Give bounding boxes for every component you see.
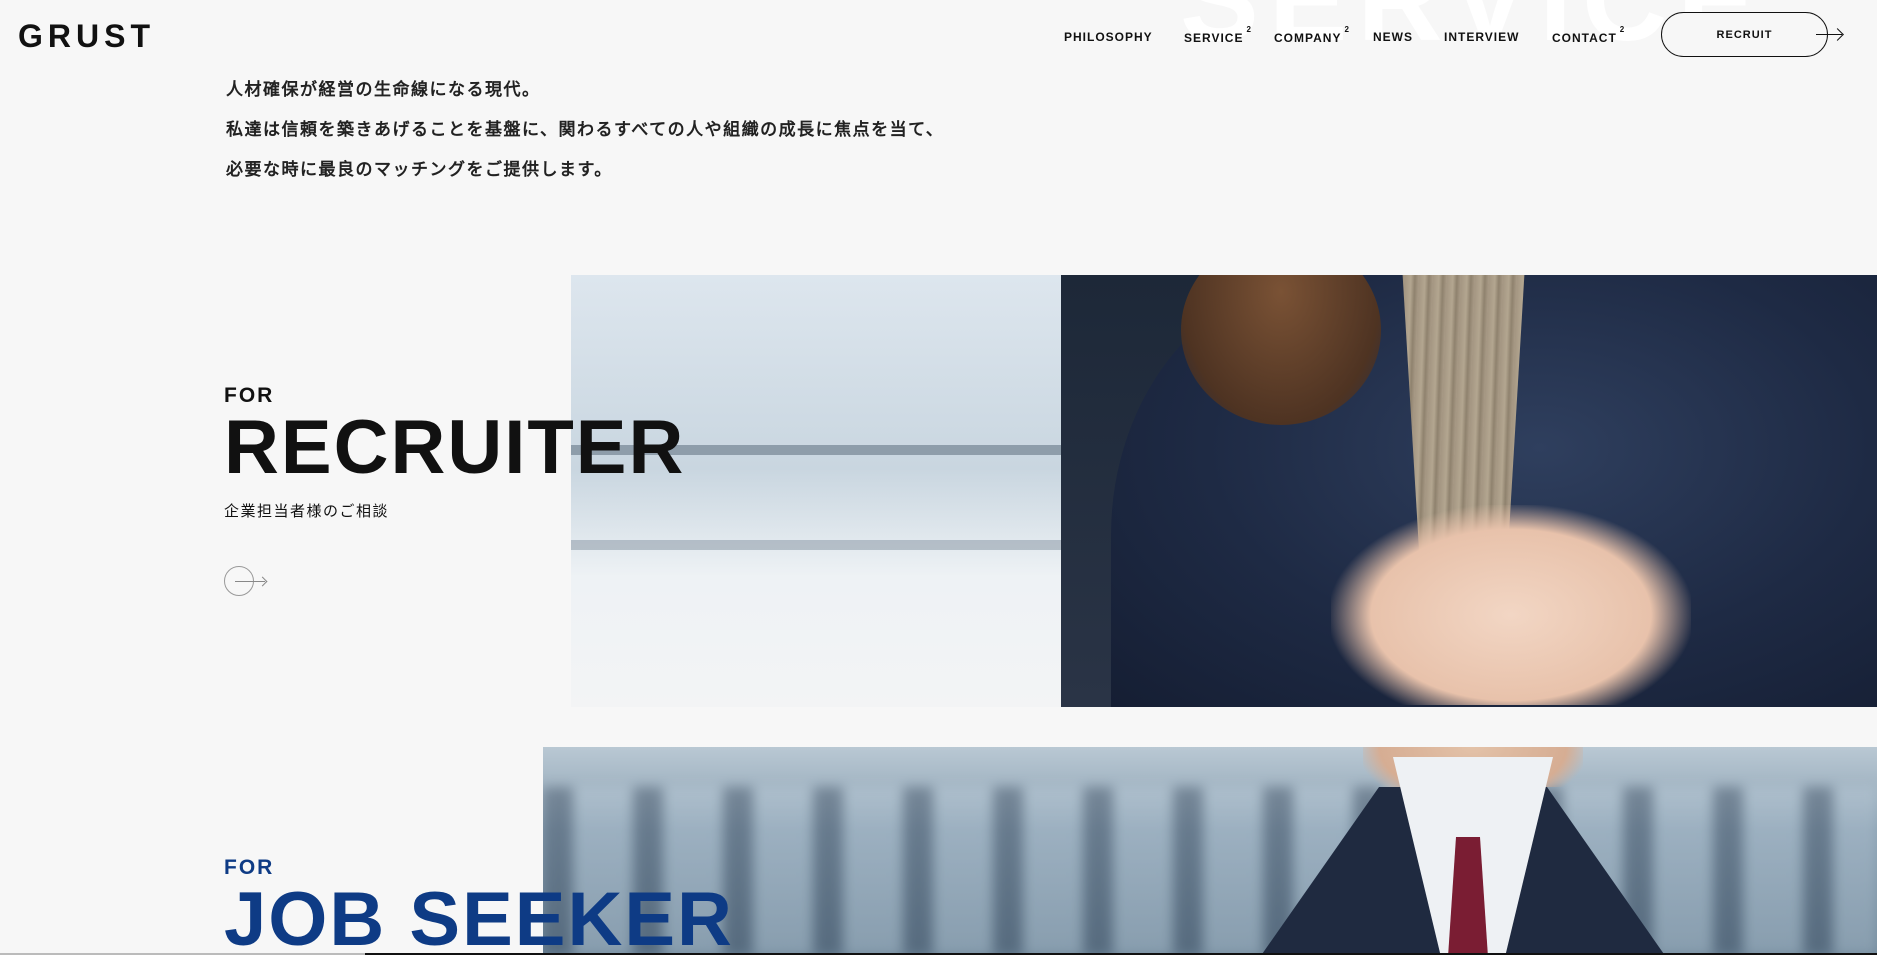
circle-arrow-icon[interactable] bbox=[224, 566, 265, 596]
intro-copy: 人材確保が経営の生命線になる現代。 私達は信頼を築きあげることを基盤に、関わるす… bbox=[226, 70, 944, 190]
nav-item-news[interactable]: NEWS bbox=[1373, 30, 1413, 44]
recruiter-section[interactable]: FOR RECRUITER 企業担当者様のご相談 bbox=[224, 384, 685, 521]
intro-line: 人材確保が経営の生命線になる現代。 bbox=[226, 80, 541, 100]
nav-superscript: 2 bbox=[1619, 25, 1626, 34]
nav-item-service[interactable]: SERVICE2 bbox=[1184, 25, 1252, 45]
nav-superscript: 2 bbox=[1344, 25, 1350, 34]
site-logo[interactable]: GRUST bbox=[18, 18, 155, 55]
job-seeker-section[interactable]: FOR JOB SEEKER bbox=[224, 856, 734, 955]
arrow-right-icon bbox=[1816, 34, 1842, 35]
recruiter-title: RECRUITER bbox=[224, 405, 686, 490]
nav-label: PHILOSOPHY bbox=[1064, 30, 1153, 44]
recruiter-subtitle: 企業担当者様のご相談 bbox=[224, 502, 390, 520]
photo-detail bbox=[543, 787, 1877, 955]
photo-detail bbox=[1331, 505, 1691, 705]
nav-label: INTERVIEW bbox=[1444, 30, 1520, 44]
nav-superscript: 2 bbox=[1246, 25, 1252, 34]
nav-item-interview[interactable]: INTERVIEW bbox=[1444, 30, 1519, 44]
nav-item-philosophy[interactable]: PHILOSOPHY bbox=[1064, 30, 1153, 44]
photo-detail bbox=[571, 540, 1061, 550]
nav-item-contact[interactable]: CONTACT2 bbox=[1552, 25, 1625, 45]
nav-label: CONTACT bbox=[1552, 31, 1617, 45]
nav-label: NEWS bbox=[1373, 30, 1413, 44]
intro-line: 必要な時に最良のマッチングをご提供します。 bbox=[226, 160, 613, 180]
recruit-button[interactable]: RECRUIT bbox=[1661, 12, 1828, 57]
job-seeker-title: JOB SEEKER bbox=[224, 877, 734, 955]
nav-item-company[interactable]: COMPANY2 bbox=[1274, 25, 1350, 45]
job-seeker-photo[interactable] bbox=[543, 747, 1877, 955]
intro-line: 私達は信頼を築きあげることを基盤に、関わるすべての人や組織の成長に焦点を当て、 bbox=[226, 120, 945, 140]
nav-label: COMPANY bbox=[1274, 31, 1342, 45]
recruiter-photo[interactable] bbox=[571, 275, 1877, 707]
nav-label: SERVICE bbox=[1184, 31, 1244, 45]
